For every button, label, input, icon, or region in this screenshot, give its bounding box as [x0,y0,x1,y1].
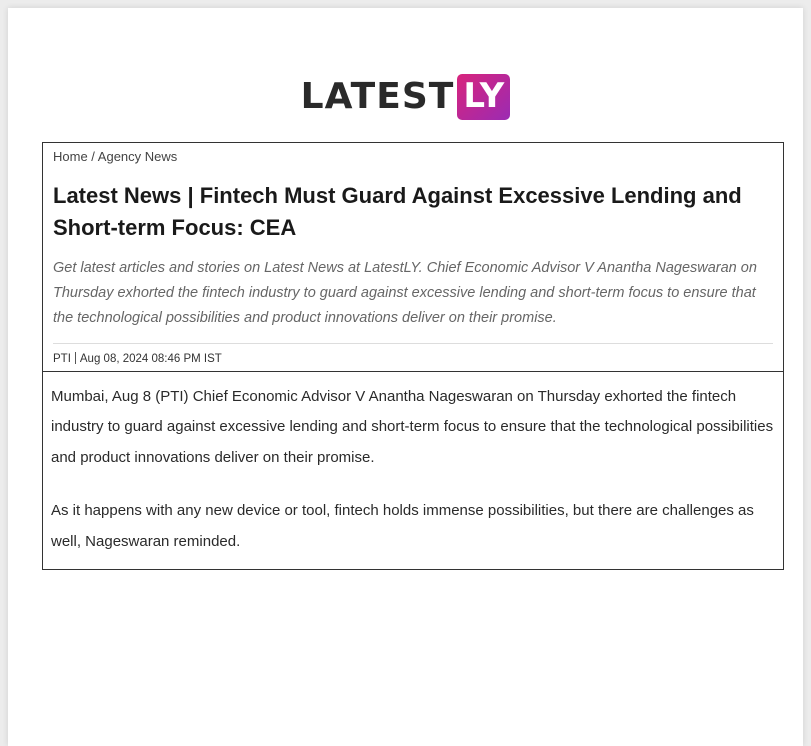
byline-source[interactable]: PTI [53,353,71,365]
article-summary: Get latest articles and stories on Lates… [53,259,757,326]
article-headline: Latest News | Fintech Must Guard Against… [53,183,742,240]
body-paragraph: Mumbai, Aug 8 (PTI) Chief Economic Advis… [51,387,774,467]
article-header: Home / Agency News Latest News | Fintech… [43,143,783,371]
article-card: Home / Agency News Latest News | Fintech… [42,142,784,571]
breadcrumb[interactable]: Home / Agency News [53,149,773,164]
site-logo[interactable]: LATEST LY [8,74,803,120]
byline-divider [74,351,76,364]
logo-text: LATEST [300,76,455,117]
article-body: Mumbai, Aug 8 (PTI) Chief Economic Advis… [43,370,783,570]
logo-badge: LY [457,74,511,120]
byline-date: Aug 08, 2024 08:46 PM IST [79,352,222,365]
body-paragraph: As it happens with any new device or too… [51,501,754,550]
page: LATEST LY Home / Agency News Latest News… [8,8,803,746]
byline: PTI Aug 08, 2024 08:46 PM IST [53,342,773,371]
